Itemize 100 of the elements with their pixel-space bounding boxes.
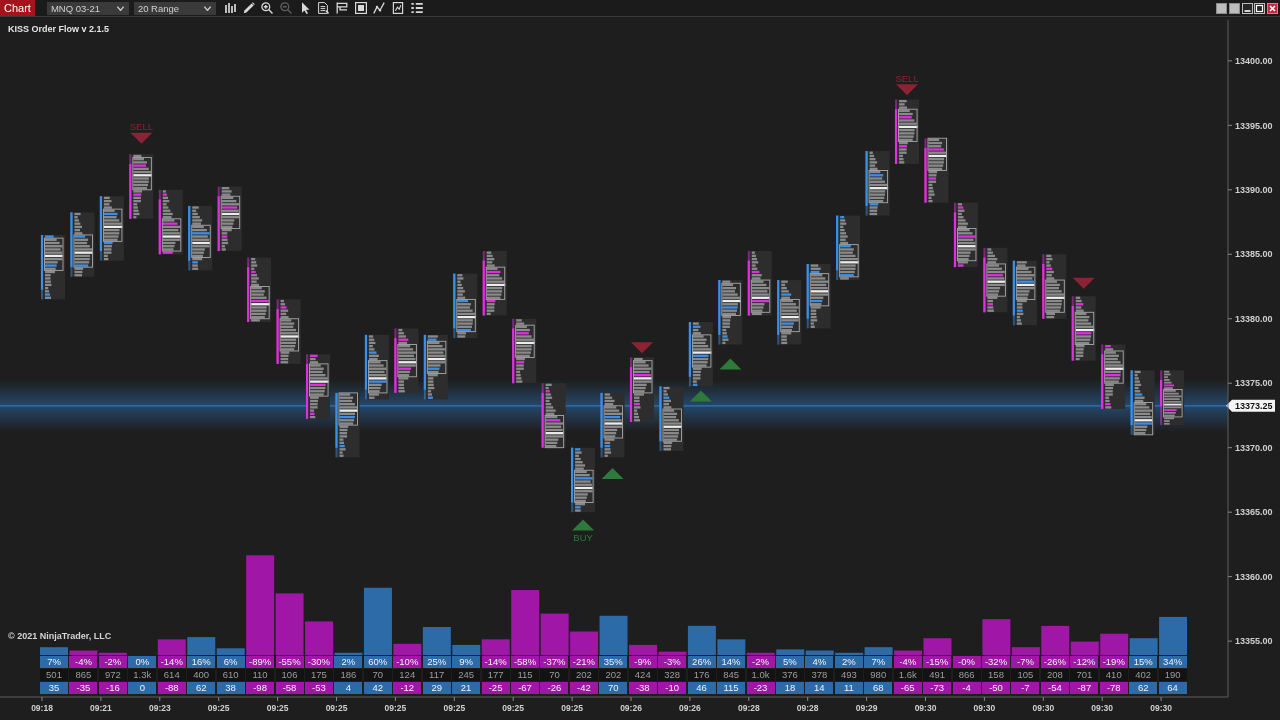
footprint-candle — [894, 98, 920, 165]
footprint-candle — [541, 382, 566, 449]
delta-cell: 35 — [40, 682, 68, 694]
delta-percent-cell: -7% — [1011, 656, 1040, 668]
footprint-candle — [777, 279, 802, 346]
delta-cell: 29 — [422, 682, 451, 694]
time-axis-label: 09:21 — [90, 703, 112, 713]
frame-icon[interactable] — [354, 2, 367, 14]
flag-icon[interactable] — [336, 2, 349, 14]
footprint-candle — [453, 272, 478, 340]
delta-percent-cell: -4% — [69, 656, 98, 668]
delta-percent-cell: -9% — [628, 656, 657, 668]
delta-percent-cell: 26% — [687, 656, 716, 668]
volume-cell: 158 — [982, 669, 1010, 681]
pencil-icon[interactable] — [242, 2, 255, 14]
zoom-in-icon[interactable] — [261, 2, 274, 14]
time-axis-label: 09:29 — [855, 703, 878, 713]
bar-chart-icon[interactable] — [223, 2, 236, 14]
price-axis-label: 13380.00 — [1235, 313, 1273, 324]
volume-cell: 186 — [334, 669, 363, 681]
time-axis-label: 09:30 — [1150, 703, 1172, 713]
delta-percent-cell: -2% — [98, 656, 127, 668]
delta-percent-cell: -14% — [481, 656, 510, 668]
instrument-dropdown[interactable]: MNQ 03-21 — [46, 1, 129, 15]
document-icon[interactable] — [317, 2, 330, 14]
delta-cell: -53 — [304, 682, 333, 694]
footprint-candle — [865, 150, 890, 217]
delta-percent-cell: 2% — [334, 656, 363, 668]
volume-cell: 175 — [304, 669, 333, 681]
sell-signal-marker — [130, 132, 153, 144]
delta-cell: -7 — [1011, 682, 1040, 694]
footprint-candle — [335, 391, 360, 459]
delta-cell: -78 — [1099, 682, 1128, 694]
footprint-candle — [600, 391, 625, 459]
copyright-text: © 2021 NinjaTrader, LLC — [8, 630, 112, 643]
volume-cell: 610 — [216, 669, 245, 681]
volume-cell: 176 — [687, 669, 716, 681]
price-axis-label: 13400.00 — [1235, 56, 1273, 67]
delta-percent-cell: 9% — [452, 656, 481, 668]
delta-percent-cell: -0% — [952, 656, 981, 668]
volume-cell: 115 — [511, 669, 539, 681]
delta-cell: -50 — [982, 682, 1010, 694]
delta-cell: -38 — [628, 682, 657, 694]
time-axis-label: 09:25 — [443, 703, 466, 713]
caret-icon — [203, 5, 211, 11]
delta-cell: 42 — [363, 682, 392, 694]
delta-percent-cell: -19% — [1099, 656, 1128, 668]
delta-percent-cell: 2% — [834, 656, 863, 668]
price-axis-label: 13360.00 — [1235, 571, 1273, 582]
close-icon[interactable] — [1267, 2, 1278, 14]
ref-line-label: 13373.25 — [1235, 400, 1273, 411]
price-axis-label: 13365.00 — [1235, 507, 1273, 518]
delta-percent-cell: -14% — [157, 656, 186, 668]
delta-cell: -25 — [481, 682, 510, 694]
delta-percent-cell: 16% — [187, 656, 216, 668]
delta-cell: -26 — [540, 682, 569, 694]
delta-percent-cell: 0% — [128, 656, 157, 668]
delta-cell: -16 — [98, 682, 127, 694]
volume-cell: 402 — [1129, 669, 1158, 681]
chart-document-icon[interactable] — [392, 2, 405, 14]
price-axis-label: 13375.00 — [1235, 378, 1273, 389]
interval-dropdown[interactable]: 20 Range — [133, 1, 216, 15]
footprint-candle — [983, 246, 1008, 314]
footprint-candle — [423, 333, 448, 401]
volume-cell: 701 — [1070, 669, 1099, 681]
delta-cell: 62 — [1129, 682, 1158, 694]
volume-cell: 410 — [1099, 669, 1128, 681]
link-square-icon[interactable] — [1228, 2, 1240, 14]
volume-cell: 866 — [952, 669, 981, 681]
buy-signal-marker — [719, 358, 742, 370]
footprint-candle — [364, 333, 389, 401]
delta-cell: 21 — [452, 682, 481, 694]
footprint-candle — [747, 250, 772, 317]
delta-percent-cell: 14% — [717, 656, 746, 668]
volume-cell: 202 — [569, 669, 598, 681]
footprint-candle — [718, 279, 743, 346]
delta-cell: -4 — [952, 682, 981, 694]
footprint-candle — [1130, 369, 1155, 436]
line-chart-icon[interactable] — [373, 2, 386, 14]
time-axis-label: 09:28 — [796, 703, 819, 713]
delta-cell: -65 — [893, 682, 922, 694]
volume-cell: 501 — [40, 669, 68, 681]
signal-label: SELL — [129, 121, 153, 133]
list-icon[interactable] — [410, 2, 423, 14]
delta-percent-cell: -30% — [304, 656, 333, 668]
chart-tab[interactable]: Chart — [0, 0, 35, 16]
time-axis-label: 09:25 — [266, 703, 289, 713]
footprint-candle — [217, 185, 242, 253]
delta-cell: 14 — [805, 682, 834, 694]
footprint-candle — [1042, 253, 1067, 320]
indicator-title: KISS Order Flow v 2.1.5 — [8, 23, 110, 36]
volume-cell: 493 — [834, 669, 863, 681]
volume-cell: 328 — [658, 669, 687, 681]
minimize-icon[interactable] — [1241, 2, 1253, 14]
time-axis-label: 09:28 — [737, 703, 760, 713]
delta-cell: -58 — [275, 682, 304, 694]
maximize-icon[interactable] — [1254, 2, 1266, 14]
link-square-icon[interactable] — [1216, 2, 1228, 14]
footprint-candle — [629, 356, 654, 423]
footprint-candle — [40, 233, 65, 301]
